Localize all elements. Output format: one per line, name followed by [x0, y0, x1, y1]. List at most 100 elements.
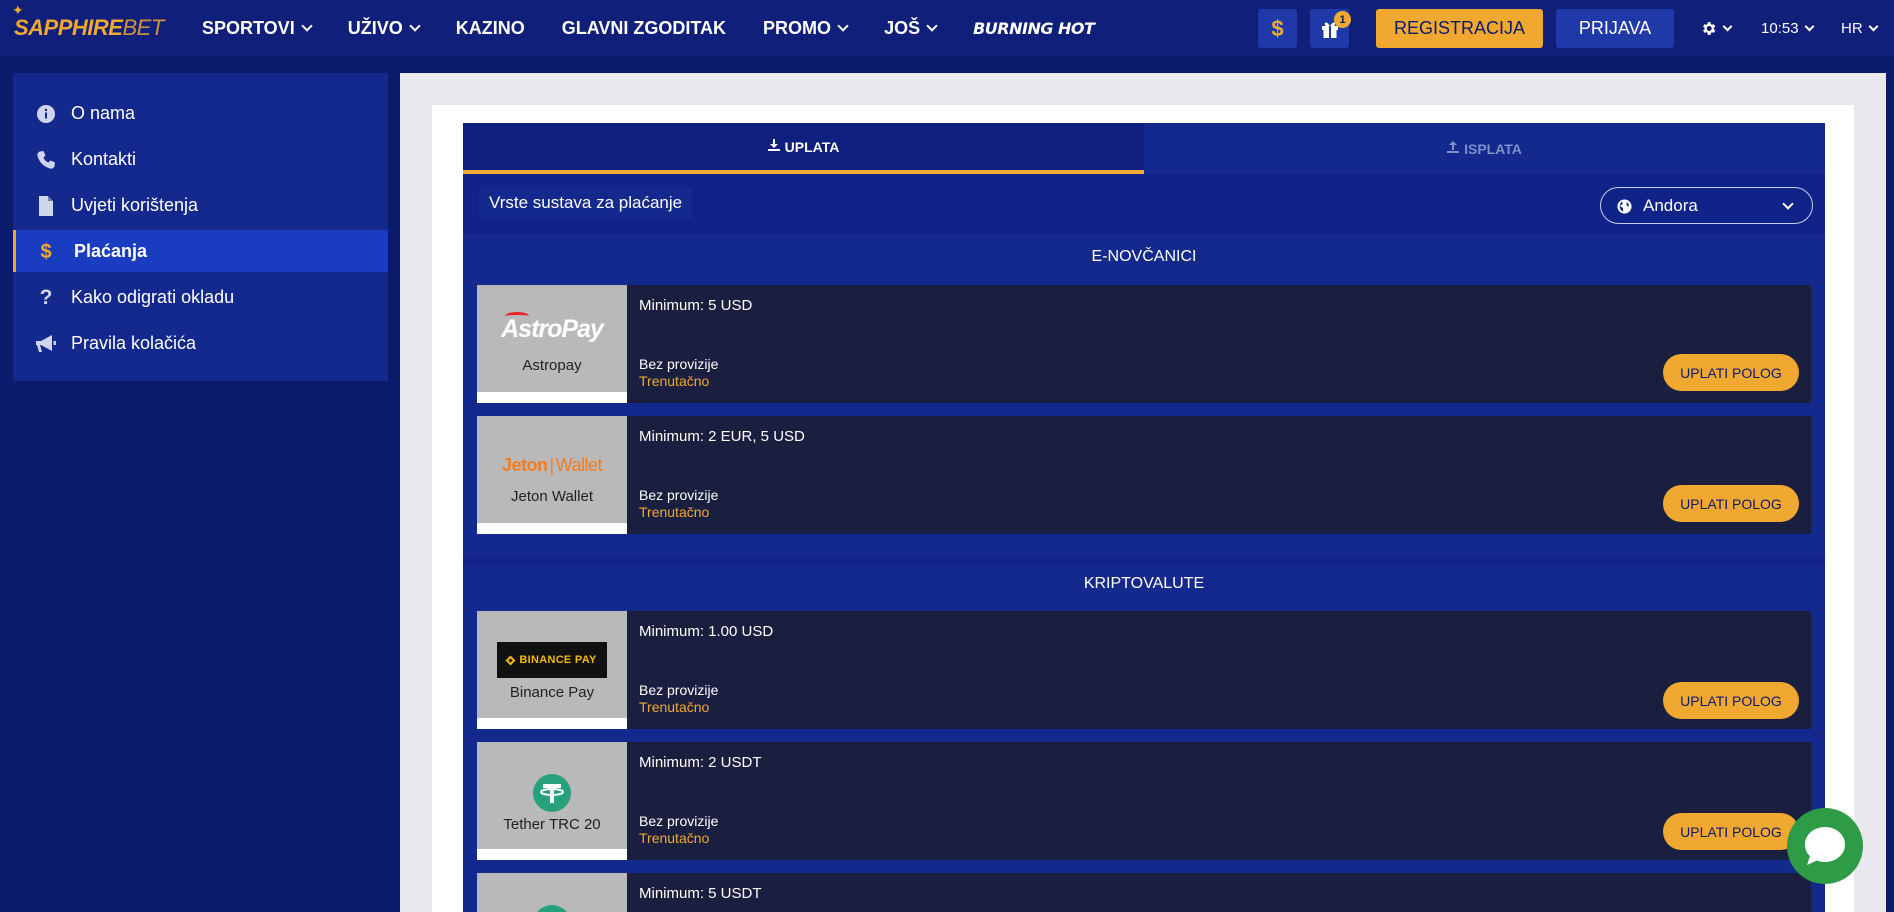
payment-method-card: AstroPay Astropay Minimum: 5 USD Bez pro…: [477, 285, 1811, 403]
method-fee: Bez provizije: [639, 813, 719, 829]
method-name: Tether TRC 20: [503, 816, 601, 833]
method-minimum: Minimum: 2 USDT: [639, 754, 762, 771]
globe-icon: [1617, 199, 1632, 214]
logo[interactable]: ✦ SAPPHIRE BET: [12, 2, 164, 48]
chat-button[interactable]: [1787, 808, 1863, 884]
chevron-down-icon: [301, 20, 313, 32]
nav-item-glavni-zgoditak[interactable]: GLAVNI ZGODITAK: [562, 18, 726, 39]
payments-panel: UPLATA ISPLATA Vrste sustava za plaćanje…: [463, 123, 1825, 912]
login-button[interactable]: PRIJAVA: [1556, 9, 1674, 48]
sidebar: O nama Kontakti Uvjeti korištenja $ Plać…: [13, 73, 388, 381]
sidebar-item-label: Uvjeti korištenja: [71, 194, 199, 215]
upload-icon: [1447, 141, 1460, 156]
download-icon: [767, 139, 780, 154]
deposit-button[interactable]: UPLATI POLOG: [1663, 354, 1799, 391]
nav-label: UŽIVO: [347, 17, 403, 38]
nav-label: PROMO: [763, 17, 832, 38]
sidebar-item-kontakti[interactable]: Kontakti: [13, 138, 388, 180]
info-icon: [35, 103, 57, 125]
nav-item-burning-hot[interactable]: BURNING HOT: [973, 18, 1095, 38]
language-dropdown[interactable]: HR: [1841, 0, 1879, 56]
binance-diamond-icon: [505, 655, 516, 665]
sidebar-item-label: O nama: [71, 102, 136, 123]
sidebar-item-kako-odigrati-okladu[interactable]: ? Kako odigrati okladu: [13, 276, 388, 318]
sidebar-item-pravila-kolacica[interactable]: Pravila kolačića: [13, 322, 388, 364]
nav-item-sportovi[interactable]: SPORTOVI: [202, 17, 313, 39]
nav-item-uzivo[interactable]: UŽIVO: [347, 17, 421, 39]
document-icon: [35, 195, 57, 217]
deposit-button[interactable]: UPLATI POLOG: [1663, 682, 1799, 719]
question-icon: ?: [39, 286, 53, 309]
method-logo-box: BINANCE PAY Binance Pay: [477, 611, 627, 729]
sparkle-icon: ✦: [12, 2, 24, 18]
settings-dropdown[interactable]: [1700, 0, 1733, 56]
phone-icon: [35, 149, 57, 171]
astropay-logo: AstroPay: [477, 312, 627, 344]
tab-isplata[interactable]: ISPLATA: [1144, 123, 1825, 174]
clock-time: 10:53: [1761, 19, 1799, 37]
nav-item-promo[interactable]: PROMO: [763, 17, 849, 39]
sidebar-item-label: Kako odigrati okladu: [71, 286, 235, 307]
payment-tabs: UPLATA ISPLATA: [463, 123, 1825, 174]
method-logo-box: [477, 873, 627, 912]
method-minimum: Minimum: 5 USD: [639, 297, 753, 314]
register-button[interactable]: REGISTRACIJA: [1376, 9, 1543, 48]
megaphone-icon: [35, 333, 57, 355]
method-logo-box: Jeton | Wallet Jeton Wallet: [477, 416, 627, 534]
nav-item-jos[interactable]: JOŠ: [884, 17, 938, 39]
payment-systems-title: Vrste sustava za plaćanje: [479, 187, 693, 219]
chevron-down-icon: [1868, 21, 1879, 31]
tether-icon: [533, 774, 571, 812]
method-fee: Bez provizije: [639, 356, 719, 372]
method-fee: Bez provizije: [639, 487, 719, 503]
chevron-down-icon: [1782, 198, 1794, 210]
payment-method-card: Jeton | Wallet Jeton Wallet Minimum: 2 EUR…: [477, 416, 1811, 534]
payment-method-card: Tether TRC 20 Minimum: 2 USDT Bez proviz…: [477, 742, 1811, 860]
method-minimum: Minimum: 2 EUR, 5 USD: [639, 428, 805, 445]
chevron-down-icon: [409, 20, 421, 32]
tab-label: UPLATA: [784, 138, 840, 155]
time-dropdown[interactable]: 10:53: [1761, 0, 1814, 56]
country-value: Andora: [1643, 195, 1698, 215]
method-name: Jeton Wallet: [511, 488, 593, 505]
nav-item-kazino[interactable]: KAZINO: [456, 18, 525, 39]
chevron-down-icon: [1804, 21, 1814, 31]
method-speed: Trenutačno: [639, 504, 710, 520]
nav-label: SPORTOVI: [202, 17, 295, 38]
section-e-wallets: E-NOVČANICI AstroPay Astropay Minimum: 5…: [463, 234, 1825, 557]
currency-button[interactable]: $: [1258, 9, 1297, 48]
deposit-button[interactable]: UPLATI POLOG: [1663, 485, 1799, 522]
binance-pay-logo: BINANCE PAY: [497, 642, 607, 678]
sidebar-item-uvjeti-koristenja[interactable]: Uvjeti korištenja: [13, 184, 388, 226]
language-code: HR: [1841, 19, 1863, 37]
method-minimum: Minimum: 5 USDT: [639, 885, 762, 902]
method-logo-box: Tether TRC 20: [477, 742, 627, 860]
tab-label: ISPLATA: [1464, 140, 1522, 157]
chevron-down-icon: [926, 20, 938, 32]
gear-icon: [1703, 21, 1716, 35]
crypto-coin-icon: [533, 905, 571, 912]
method-name: Astropay: [522, 357, 582, 374]
sidebar-item-label: Pravila kolačića: [71, 332, 197, 353]
gift-button[interactable]: 1: [1310, 9, 1351, 48]
logo-text-primary: SAPPHIRE: [14, 15, 123, 40]
sidebar-item-placanja[interactable]: $ Plaćanja: [13, 230, 388, 272]
payment-method-card: Minimum: 5 USDT: [477, 873, 1811, 912]
dollar-icon: $: [1271, 15, 1284, 41]
top-bar: ✦ SAPPHIRE BET SPORTOVI UŽIVO KAZINO GLAV…: [0, 0, 1894, 56]
sidebar-item-o-nama[interactable]: O nama: [13, 92, 388, 134]
deposit-button[interactable]: UPLATI POLOG: [1663, 813, 1799, 850]
chevron-down-icon: [837, 20, 849, 32]
notification-badge: 1: [1334, 11, 1351, 28]
tab-uplata[interactable]: UPLATA: [463, 123, 1144, 174]
nav-label: BURNING HOT: [973, 18, 1095, 38]
method-speed: Trenutačno: [639, 830, 710, 846]
nav-label: KAZINO: [455, 17, 525, 38]
country-select[interactable]: Andora: [1600, 187, 1813, 224]
nav-label: JOŠ: [884, 17, 921, 38]
section-title: KRIPTOVALUTE: [1083, 575, 1205, 592]
logo-text-secondary: BET: [122, 15, 164, 40]
main-nav: SPORTOVI UŽIVO KAZINO GLAVNI ZGODITAK PR…: [202, 0, 1131, 56]
dollar-icon: $: [40, 240, 52, 263]
method-speed: Trenutačno: [639, 699, 710, 715]
